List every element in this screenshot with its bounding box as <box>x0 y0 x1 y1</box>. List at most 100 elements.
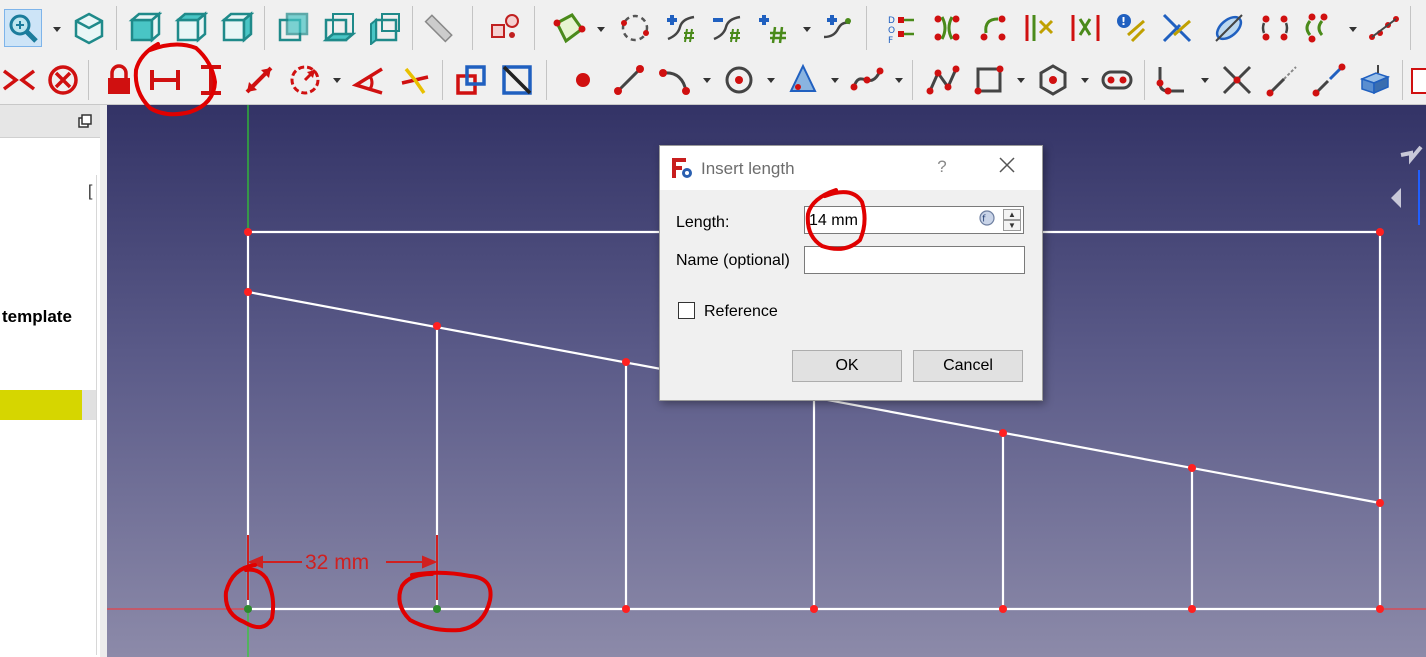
toggle-driving-icon[interactable] <box>452 61 490 99</box>
dimension-label[interactable]: 32 mm <box>305 551 369 575</box>
select-horizontal-axis-icon[interactable] <box>1158 9 1196 47</box>
rectangular-array-icon[interactable] <box>1364 9 1402 47</box>
freecad-logo-icon <box>672 158 692 178</box>
toolbar-bottom <box>0 56 1426 105</box>
create-polygon-icon[interactable] <box>1034 61 1072 99</box>
view-left-icon[interactable] <box>366 9 404 47</box>
svg-text:F: F <box>888 36 893 45</box>
constraint-distance-icon[interactable] <box>240 61 278 99</box>
conflicting-constraints-icon[interactable] <box>974 9 1012 47</box>
select-vertical-axis-icon[interactable]: ! <box>1112 9 1150 47</box>
insert-length-dialog: Insert length ? Length: 14 mm f ▲ ▼ Name… <box>659 145 1043 401</box>
validate-sketch-icon[interactable] <box>550 9 588 47</box>
elements-constraints-icon[interactable] <box>1066 9 1104 47</box>
create-line-icon[interactable] <box>610 61 648 99</box>
nav-left-arrow-icon <box>1391 188 1401 208</box>
name-label: Name (optional) <box>676 252 790 269</box>
toolbar-top: DOF ! <box>0 0 1426 57</box>
trim-icon[interactable] <box>1218 61 1256 99</box>
close-shape-icon[interactable] <box>616 9 654 47</box>
view-isometric-icon[interactable] <box>70 9 108 47</box>
chevron-down-icon[interactable] <box>702 75 712 85</box>
select-constraints-icon[interactable] <box>708 9 746 47</box>
connect-edges-icon[interactable] <box>662 9 700 47</box>
undock-icon[interactable] <box>78 114 92 128</box>
view-front-icon[interactable] <box>126 9 164 47</box>
chevron-down-icon[interactable] <box>1016 75 1026 85</box>
create-conic-icon[interactable] <box>784 61 822 99</box>
constraint-symmetric-icon[interactable] <box>0 61 38 99</box>
constraint-radius-icon[interactable] <box>286 61 324 99</box>
create-rectangle-icon[interactable] <box>970 61 1008 99</box>
constraint-angle-icon[interactable] <box>350 61 388 99</box>
create-slot-icon[interactable] <box>1098 61 1136 99</box>
zoom-icon[interactable] <box>4 9 42 47</box>
tree-selected-row[interactable] <box>0 390 82 420</box>
carbon-copy-icon[interactable] <box>1356 61 1394 99</box>
view-right-icon[interactable] <box>218 9 256 47</box>
create-circle-icon[interactable] <box>720 61 758 99</box>
close-icon[interactable] <box>996 154 1018 176</box>
constraint-snell-icon[interactable] <box>396 61 434 99</box>
create-polyline-icon[interactable] <box>924 61 962 99</box>
reference-label[interactable]: Reference <box>704 303 778 321</box>
create-bspline-icon[interactable] <box>848 61 886 99</box>
spin-down-button[interactable]: ▼ <box>1003 220 1021 231</box>
dialog-title: Insert length <box>701 159 795 178</box>
reference-checkbox[interactable] <box>678 302 695 319</box>
constraint-lock-icon[interactable] <box>100 61 138 99</box>
redundant-constraints-icon[interactable] <box>928 9 966 47</box>
constraint-vertical-distance-icon[interactable] <box>192 61 230 99</box>
chevron-down-icon[interactable] <box>802 24 812 34</box>
spin-up-button[interactable]: ▲ <box>1003 209 1021 220</box>
svg-text:D: D <box>888 16 895 26</box>
map-sketch-icon[interactable] <box>486 9 524 47</box>
chevron-down-icon[interactable] <box>596 24 606 34</box>
panel-header <box>0 105 100 138</box>
panel-splitter[interactable] <box>100 105 107 657</box>
dialog-title-bar[interactable]: Insert length ? <box>660 146 1042 190</box>
chevron-down-icon[interactable] <box>830 75 840 85</box>
symmetry-icon[interactable] <box>1210 9 1248 47</box>
toggle-active-icon[interactable] <box>498 61 536 99</box>
chevron-down-icon[interactable] <box>766 75 776 85</box>
constraint-horizontal-distance-icon[interactable] <box>146 61 184 99</box>
length-input[interactable]: 14 mm f ▲ ▼ <box>804 206 1024 234</box>
select-constraints-2-icon[interactable] <box>1020 9 1058 47</box>
view-bottom-icon[interactable] <box>320 9 358 47</box>
measure-icon[interactable] <box>420 9 458 47</box>
external-geometry-icon[interactable] <box>1310 61 1348 99</box>
svg-text:O: O <box>888 26 895 36</box>
extend-icon[interactable] <box>1264 61 1302 99</box>
chevron-down-icon[interactable] <box>894 75 904 85</box>
view-top-icon[interactable] <box>172 9 210 47</box>
cancel-button[interactable]: Cancel <box>913 350 1023 382</box>
clone-icon[interactable] <box>1256 9 1294 47</box>
length-input-value[interactable]: 14 mm <box>809 212 858 230</box>
constraint-block-icon[interactable] <box>44 61 82 99</box>
view-rear-icon[interactable] <box>274 9 312 47</box>
tree-view[interactable]: [ template <box>0 175 97 655</box>
chevron-down-icon[interactable] <box>52 24 62 34</box>
name-input[interactable] <box>804 246 1025 274</box>
show-dof-icon[interactable]: DOF <box>882 9 920 47</box>
navigation-cube[interactable] <box>1387 125 1426 225</box>
expression-icon[interactable]: f <box>979 210 995 226</box>
select-origin-icon[interactable] <box>754 9 792 47</box>
ok-button[interactable]: OK <box>792 350 902 382</box>
tree-item-template[interactable]: template <box>2 307 72 327</box>
partial-tool-icon[interactable] <box>1408 61 1426 99</box>
tree-row-tail <box>82 390 96 420</box>
combo-view-panel: [ template <box>0 105 107 657</box>
chevron-down-icon[interactable] <box>1348 24 1358 34</box>
create-arc-icon[interactable] <box>656 61 694 99</box>
create-point-icon[interactable] <box>564 61 602 99</box>
tree-column-marker: [ <box>88 183 93 200</box>
select-elements-icon[interactable] <box>818 9 856 47</box>
fillet-icon[interactable] <box>1152 61 1190 99</box>
chevron-down-icon[interactable] <box>332 75 342 85</box>
chevron-down-icon[interactable] <box>1200 75 1210 85</box>
chevron-down-icon[interactable] <box>1080 75 1090 85</box>
help-button[interactable]: ? <box>932 157 952 177</box>
copy-icon[interactable] <box>1302 9 1340 47</box>
